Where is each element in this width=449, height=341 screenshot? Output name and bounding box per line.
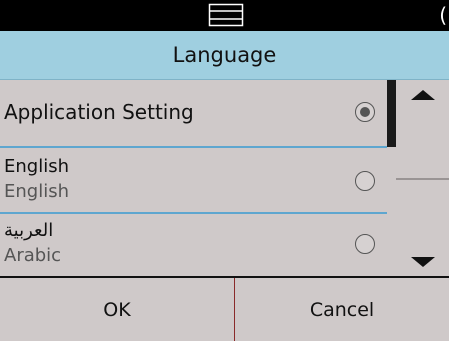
list-item-label: Application Setting [4,100,194,124]
triangle-down-icon [411,257,435,267]
status-bar: ( [0,0,449,31]
triangle-up-icon [411,90,435,100]
list-item-application-setting[interactable]: Application Setting [0,80,387,148]
ok-button[interactable]: OK [0,278,234,341]
title-bar: Language [0,31,449,80]
scroll-down-button[interactable] [396,180,449,276]
list-item-label: العربية [4,220,54,241]
cancel-button[interactable]: Cancel [235,278,449,341]
scrollbar[interactable] [387,80,449,276]
language-screen: ( Language Application Setting English E… [0,0,449,341]
page-title: Language [172,43,277,67]
button-bar: OK Cancel [0,276,449,341]
scanner-tray-icon [208,3,244,27]
radio-dot [359,106,370,117]
radio-button[interactable] [355,234,375,254]
radio-button-selected[interactable] [355,102,375,122]
list-item-arabic[interactable]: العربية Arabic [0,214,387,276]
list-item-sublabel: Arabic [4,245,62,266]
list-item-sublabel: English [4,181,69,202]
language-list: Application Setting English English العر… [0,80,387,276]
radio-button[interactable] [355,171,375,191]
list-item-label: English [4,156,69,177]
status-clipped-text: ( [439,3,447,27]
list-item-english[interactable]: English English [0,148,387,214]
scroll-thumb[interactable] [387,80,396,147]
scroll-track[interactable] [387,80,396,276]
scroll-up-button[interactable] [396,80,449,178]
